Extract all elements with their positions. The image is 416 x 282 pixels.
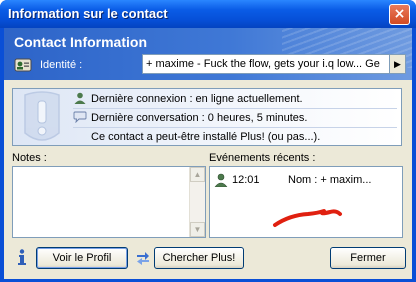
identity-text-field[interactable]: + maxime - Fuck the flow, gets your i.q … xyxy=(142,54,390,74)
last-conversation-row: Dernière conversation : 0 heures, 5 minu… xyxy=(73,109,307,127)
exclamation-watermark-icon xyxy=(24,91,60,141)
event-text: Nom : + maxim... xyxy=(288,174,372,186)
contact-info-panel: Dernière connexion : en ligne actuelleme… xyxy=(12,88,402,146)
sync-arrows-icon xyxy=(137,252,149,265)
recent-events-label: Evénements récents : xyxy=(209,152,316,164)
notes-textarea[interactable]: ▲ ▼ xyxy=(12,166,206,238)
notes-scrollbar[interactable]: ▲ ▼ xyxy=(189,167,205,237)
notes-label: Notes : xyxy=(12,152,47,164)
header-title: Contact Information xyxy=(14,34,147,50)
plus-installed-row: Ce contact a peut-être installé Plus! (o… xyxy=(91,128,320,146)
scroll-down-button[interactable]: ▼ xyxy=(190,222,205,237)
dialog-window: Information sur le contact × Contact Inf… xyxy=(0,0,416,282)
chat-bubble-icon xyxy=(73,111,87,123)
event-time: 12:01 xyxy=(232,174,260,186)
search-plus-button[interactable]: Chercher Plus! xyxy=(154,247,244,269)
scroll-up-button[interactable]: ▲ xyxy=(190,167,205,182)
user-icon xyxy=(214,173,228,187)
red-scribble-annotation xyxy=(273,209,342,227)
last-connection-row: Dernière connexion : en ligne actuelleme… xyxy=(73,90,303,108)
window-title: Information sur le contact xyxy=(8,6,168,21)
user-icon xyxy=(74,92,86,104)
contact-header: Contact Information Identité : + maxime … xyxy=(4,28,412,80)
identity-scroll-arrow-button[interactable]: ▶ xyxy=(390,54,406,74)
identity-label: Identité : xyxy=(40,59,83,71)
title-bar[interactable]: Information sur le contact × xyxy=(0,0,416,28)
recent-events-list[interactable]: 12:01 Nom : + maxim... xyxy=(209,166,403,238)
close-window-button[interactable]: × xyxy=(389,4,410,25)
identity-card-icon xyxy=(14,58,32,72)
last-conversation-text: Dernière conversation : 0 heures, 5 minu… xyxy=(91,112,308,124)
view-profile-button[interactable]: Voir le Profil xyxy=(36,247,128,269)
plus-installed-text: Ce contact a peut-être installé Plus! (o… xyxy=(91,131,321,143)
dialog-client-area: Contact Information Identité : + maxime … xyxy=(4,28,412,279)
info-help-icon[interactable] xyxy=(14,248,30,266)
close-button[interactable]: Fermer xyxy=(330,247,406,269)
last-connection-text: Dernière connexion : en ligne actuelleme… xyxy=(91,93,303,105)
